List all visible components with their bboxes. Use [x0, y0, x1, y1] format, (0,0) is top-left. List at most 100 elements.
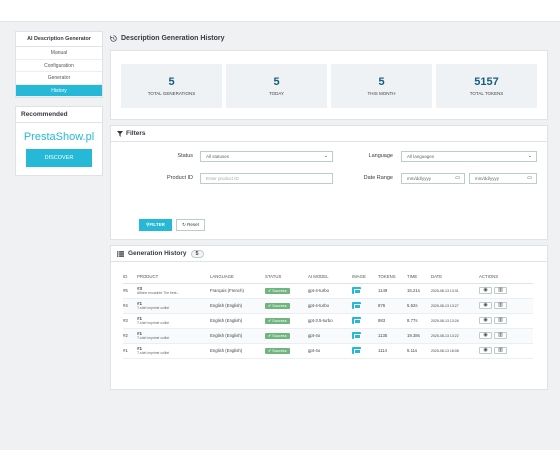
row-product[interactable]: #1 T-shirt imprimé colibri	[137, 343, 210, 359]
filters-form: Status All statuses ⌄ Language All langu…	[111, 142, 547, 239]
row-actions: ◉ ▥	[479, 283, 533, 299]
main-content: Description Generation History 5 TOTAL G…	[110, 31, 548, 390]
row-id: #1	[123, 343, 137, 359]
calendar-icon: ▭	[455, 175, 460, 181]
sidebar-item-manual[interactable]: Manual	[16, 47, 102, 60]
view-button[interactable]: ◉	[479, 317, 492, 324]
status-text: Success	[272, 304, 287, 308]
check-icon: ✔	[268, 289, 272, 293]
table-row: #3 #1 T-shirt imprimé colibri English (En…	[123, 313, 533, 329]
delete-button[interactable]: ▥	[494, 347, 507, 354]
stat-today: 5 TODAY	[226, 64, 327, 108]
image-icon[interactable]	[352, 286, 361, 294]
row-id: #3	[123, 313, 137, 329]
stat-label: THIS MONTH	[367, 91, 396, 96]
stat-value: 5157	[474, 76, 499, 88]
recommended-card: Recommended PrestaShow.pl DISCOVER	[15, 106, 103, 176]
language-select[interactable]: All languages ⌄	[401, 151, 537, 162]
row-tokens: 883	[378, 313, 407, 329]
filter-icon	[117, 130, 123, 137]
filters-header: Filters	[111, 126, 547, 142]
history-table-body: #5 #3 Affiche encadrée The best... França…	[123, 283, 533, 359]
history-panel: Generation History 5 ID PRODUCT LANGUAGE…	[110, 245, 548, 390]
row-language: English (English)	[210, 328, 265, 344]
row-model: gpt-3.5-turbo	[308, 313, 352, 329]
sidebar-item-configuration[interactable]: Configuration	[16, 60, 102, 72]
column-header: ACTIONS	[479, 271, 533, 284]
eye-icon: ◉	[483, 317, 488, 323]
column-header: LANGUAGE	[210, 271, 265, 284]
eye-icon: ◉	[483, 302, 488, 308]
date-to-input[interactable]: mm/dd/yyyy ▭	[469, 173, 537, 184]
status-badge: ✔ Success	[265, 348, 290, 354]
check-icon: ✔	[268, 349, 272, 353]
row-image	[352, 283, 378, 299]
status-text: Success	[272, 349, 287, 353]
refresh-icon: ↻	[182, 222, 186, 227]
sidebar-item-history[interactable]: History	[16, 84, 102, 97]
view-button[interactable]: ◉	[479, 287, 492, 294]
recommended-brand[interactable]: PrestaShow.pl	[16, 123, 102, 149]
row-actions: ◉ ▥	[479, 298, 533, 314]
language-label: Language	[368, 153, 393, 159]
language-select-value: All languages	[407, 154, 435, 159]
trash-icon: ▥	[498, 302, 503, 308]
row-time: 5.52s	[407, 298, 431, 314]
column-header: TOKENS	[378, 271, 407, 284]
column-header: TIME	[407, 271, 431, 284]
row-product[interactable]: #3 Affiche encadrée The best...	[137, 283, 210, 299]
status-badge: ✔ Success	[265, 303, 290, 309]
image-icon[interactable]	[352, 301, 361, 309]
product-id-input[interactable]: Enter product ID	[200, 173, 333, 184]
column-header: STATUS	[265, 271, 308, 284]
row-time: 8.77s	[407, 313, 431, 329]
row-tokens: 876	[378, 298, 407, 314]
image-icon[interactable]	[352, 331, 361, 339]
module-title: AI Description Generator	[16, 32, 102, 47]
delete-button[interactable]: ▥	[494, 317, 507, 324]
status-label: Status	[177, 153, 193, 159]
row-product[interactable]: #1 T-shirt imprimé colibri	[137, 298, 210, 314]
stat-this-month: 5 THIS MONTH	[331, 64, 432, 108]
filters-panel: Filters Status All statuses ⌄ Language A…	[110, 125, 548, 240]
table-header-row: ID PRODUCT LANGUAGE STATUS AI MODEL IMAG…	[123, 271, 533, 284]
discover-button[interactable]: DISCOVER	[26, 149, 92, 167]
date-from-placeholder: mm/dd/yyyy	[407, 176, 432, 181]
delete-button[interactable]: ▥	[494, 302, 507, 309]
column-header: PRODUCT	[137, 271, 210, 284]
status-select[interactable]: All statuses ⌄	[200, 151, 333, 162]
row-tokens: 1114	[378, 343, 407, 359]
view-button[interactable]: ◉	[479, 347, 492, 354]
row-actions: ◉ ▥	[479, 343, 533, 359]
row-id: #2	[123, 328, 137, 344]
image-icon[interactable]	[352, 346, 361, 354]
view-button[interactable]: ◉	[479, 332, 492, 339]
row-time: 5.11s	[407, 343, 431, 359]
image-icon[interactable]	[352, 316, 361, 324]
delete-button[interactable]: ▥	[494, 287, 507, 294]
row-date: 2025-08-13 13:22	[431, 328, 479, 344]
status-text: Success	[272, 334, 287, 338]
sidebar-item-generator[interactable]: Generator	[16, 72, 102, 85]
filter-button[interactable]: ⚲FILTER	[139, 219, 172, 231]
view-button[interactable]: ◉	[479, 302, 492, 309]
column-header: ID	[123, 271, 137, 284]
row-image	[352, 298, 378, 314]
product-name: Affiche encadrée The best...	[137, 291, 180, 295]
row-product[interactable]: #1 T-shirt imprimé colibri	[137, 328, 210, 344]
eye-icon: ◉	[483, 347, 488, 353]
column-header: AI MODEL	[308, 271, 352, 284]
status-badge: ✔ Success	[265, 333, 290, 339]
date-from-input[interactable]: mm/dd/yyyy ▭	[401, 173, 465, 184]
status-select-value: All statuses	[206, 154, 230, 159]
top-bar	[0, 0, 560, 22]
row-product[interactable]: #1 T-shirt imprimé colibri	[137, 313, 210, 329]
table-row: #4 #1 T-shirt imprimé colibri English (En…	[123, 298, 533, 314]
row-model: gpt-4o	[308, 328, 352, 344]
stat-label: TOTAL TOKENS	[469, 91, 504, 96]
row-status: ✔ Success	[265, 343, 308, 359]
reset-button[interactable]: ↻ Reset	[176, 219, 205, 231]
row-language: English (English)	[210, 313, 265, 329]
row-actions: ◉ ▥	[479, 313, 533, 329]
delete-button[interactable]: ▥	[494, 332, 507, 339]
